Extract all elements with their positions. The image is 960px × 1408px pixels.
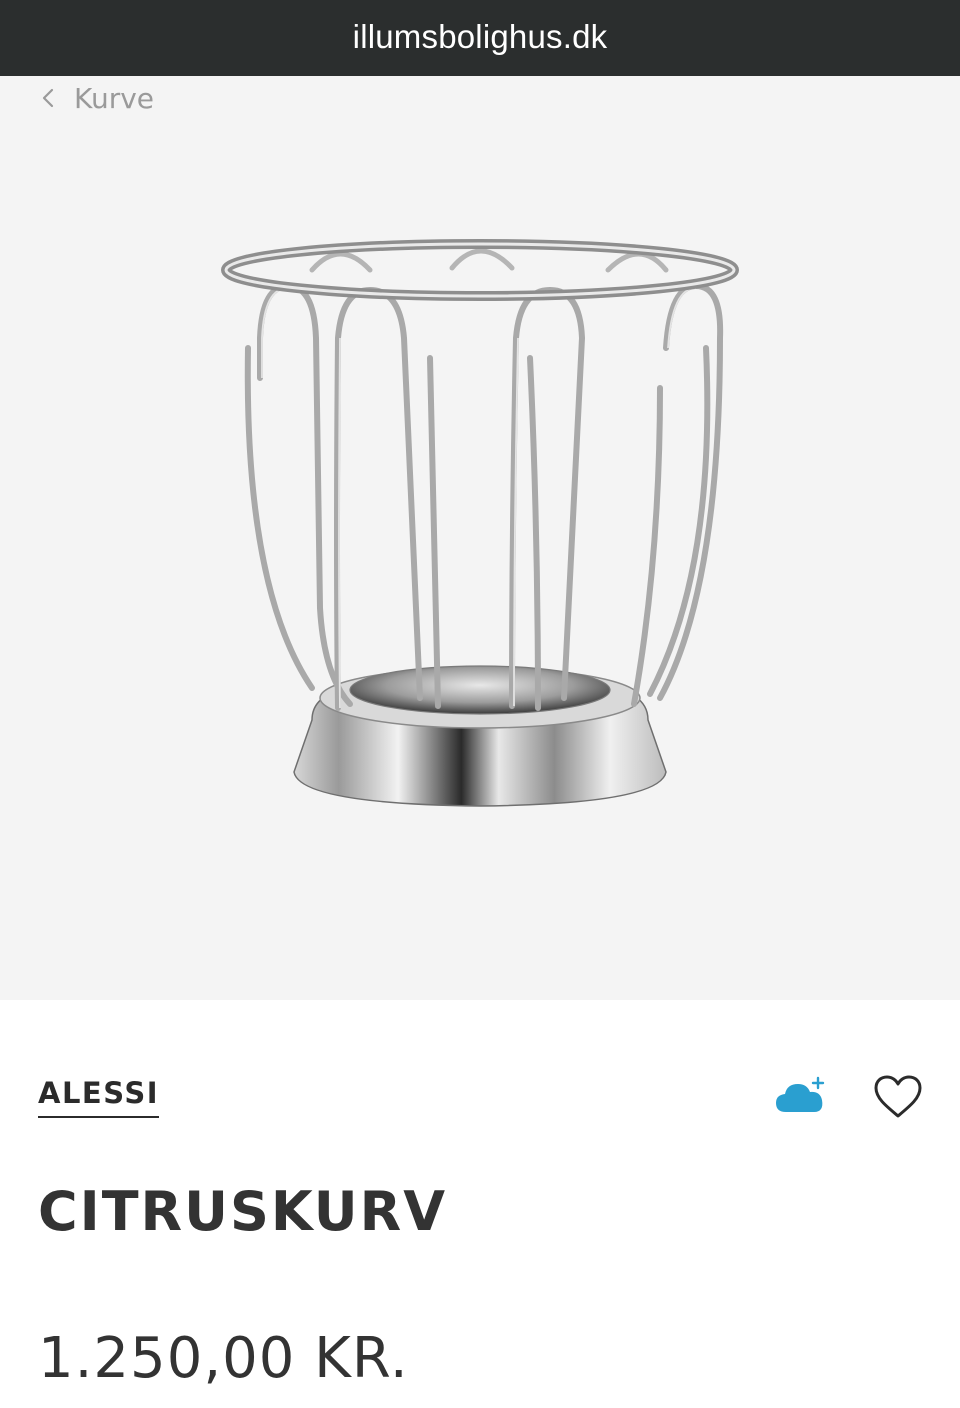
browser-url-bar[interactable]: illumsbolighus.dk <box>0 0 960 76</box>
product-title: CITRUSKURV <box>38 1180 447 1243</box>
product-price: 1.250,00 KR. <box>38 1326 409 1391</box>
product-info: ALESSI CITRUSKURV 1.250,00 KR. <box>0 1000 960 1408</box>
heart-outline-icon[interactable] <box>872 1074 924 1120</box>
cloud-add-icon[interactable] <box>774 1076 828 1116</box>
url-text: illumsbolighus.dk <box>352 18 608 55</box>
product-image-area: Kurve <box>0 76 960 1000</box>
chevron-left-icon <box>42 88 54 108</box>
brand-link[interactable]: ALESSI <box>38 1076 159 1118</box>
wire-basket-product-image <box>221 239 739 807</box>
back-link[interactable]: Kurve <box>38 78 154 118</box>
back-link-label: Kurve <box>74 81 155 115</box>
